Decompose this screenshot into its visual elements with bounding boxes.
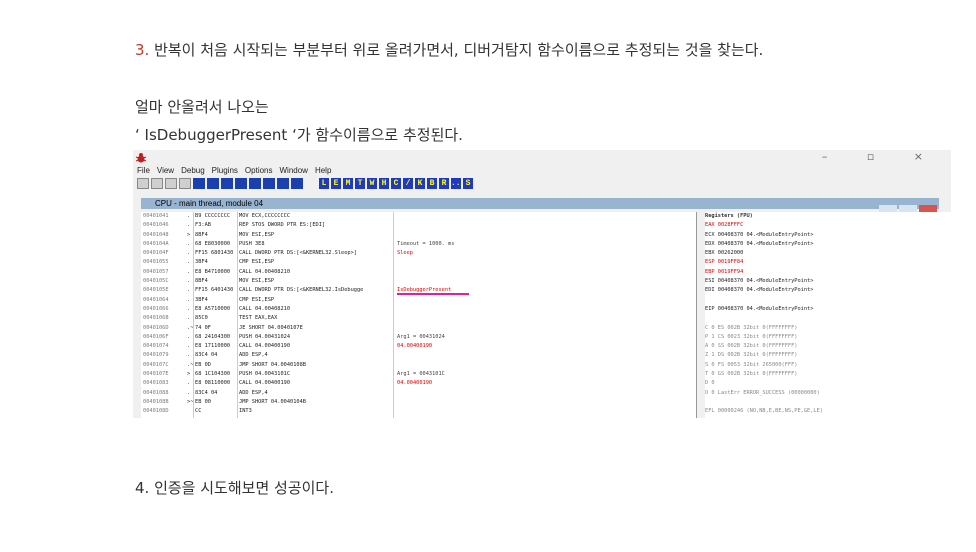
disasm-row[interactable]: 0040104A. 68 E8030000 PUSH 3E8 Timeout = 10… bbox=[141, 240, 696, 249]
registers-title: Registers (FPU) bbox=[705, 213, 753, 219]
disasm-row[interactable]: 00401064. 3BF4 CMP ESI,ESP bbox=[141, 296, 696, 305]
toolbar-letter-button[interactable]: H bbox=[379, 178, 389, 189]
step3-line2: 얼마 안올려서 나오는 bbox=[135, 98, 269, 116]
register-row: D 0 bbox=[705, 380, 715, 387]
disasm-row[interactable]: 0040104F. FF15 6801430 CALL DWORD PTR DS:[… bbox=[141, 249, 696, 258]
step3-paragraph: 3. 반복이 처음 시작되는 부분부터 위로 올려가면서, 디버거탐지 함수이름… bbox=[135, 36, 855, 64]
disasm-row[interactable]: 0040106B. 85C0 TEST EAX,EAX bbox=[141, 314, 696, 323]
disasm-row[interactable]: 0040106F. 68 24104300 PUSH 04.00431024 Arg1… bbox=[141, 333, 696, 342]
disasm-row[interactable]: 0040108D CC INT3 bbox=[141, 407, 696, 416]
register-row: T 0 GS 002B 32bit 0(FFFFFFFF) bbox=[705, 371, 798, 378]
register-row: Z 1 DS 002B 32bit 0(FFFFFFFF) bbox=[705, 352, 798, 359]
toolbar-button[interactable] bbox=[193, 178, 205, 189]
register-row bbox=[705, 314, 951, 323]
menu-item[interactable]: Window bbox=[280, 166, 308, 175]
step3-text: 반복이 처음 시작되는 부분부터 위로 올려가면서, 디버거탐지 함수이름으로 … bbox=[149, 41, 764, 59]
toolbar-letter-button[interactable]: W bbox=[367, 178, 377, 189]
disasm-row[interactable]: 00401041. B9 CCCCCCCC MOV ECX,CCCCCCCC bbox=[141, 212, 696, 221]
register-row: EDX 00408370 04.<ModuleEntryPoint> bbox=[705, 240, 814, 247]
register-row: ESP 0019FF84 bbox=[705, 259, 744, 266]
register-row: O 0 LastErr ERROR_SUCCESS (00000000) bbox=[705, 389, 820, 396]
register-row: A 0 SS 002B 32bit 0(FFFFFFFF) bbox=[705, 343, 798, 350]
toolbar-button[interactable] bbox=[235, 178, 247, 189]
toolbar-letter-button[interactable]: R bbox=[439, 178, 449, 189]
toolbar-button[interactable] bbox=[151, 178, 163, 189]
toolbar-letter-button[interactable]: M bbox=[343, 178, 353, 189]
disasm-row[interactable]: 0040107C .~ EB 0D JMP SHORT 04.0040108B bbox=[141, 361, 696, 370]
menu-item[interactable]: Options bbox=[245, 166, 273, 175]
disasm-row[interactable]: 00401079. 83C4 04 ADD ESP,4 bbox=[141, 351, 696, 360]
disasm-row[interactable]: 00401057. E8 B4710000 CALL 04.00408210 bbox=[141, 268, 696, 277]
register-row: S 0 FS 0053 32bit 265000(FFF) bbox=[705, 361, 798, 368]
register-row: EBX 00262000 bbox=[705, 250, 744, 257]
register-row: P 1 CS 0023 32bit 0(FFFFFFFF) bbox=[705, 333, 798, 340]
step4-paragraph: 4. 인증을 시도해보면 성공이다. bbox=[135, 479, 334, 497]
toolbar-letter-button[interactable]: K bbox=[415, 178, 425, 189]
register-row: EIP 00408370 04.<ModuleEntryPoint> bbox=[705, 305, 814, 312]
menu-item[interactable]: File bbox=[137, 166, 150, 175]
register-row bbox=[705, 398, 951, 407]
disasm-row[interactable]: 00401048 >8BF4 MOV ESI,ESP bbox=[141, 231, 696, 240]
window-controls: – ▫ × bbox=[821, 150, 941, 163]
toolbar-letter-button[interactable]: B bbox=[427, 178, 437, 189]
register-row: ECX 00408370 04.<ModuleEntryPoint> bbox=[705, 231, 814, 238]
toolbar-letter-button[interactable]: / bbox=[403, 178, 413, 189]
toolbar-button[interactable] bbox=[277, 178, 289, 189]
toolbar-letter-button[interactable]: S bbox=[463, 178, 473, 189]
register-row: EDI 00408370 04.<ModuleEntryPoint> bbox=[705, 287, 814, 294]
register-row: EBP 0019FF94 bbox=[705, 268, 744, 275]
register-row: EFL 00000246 (NO,NB,E,BE,NS,PE,GE,LE) bbox=[705, 408, 823, 415]
toolbar-letter-button[interactable]: E bbox=[331, 178, 341, 189]
disasm-row[interactable]: 00401055. 3BF4 CMP ESI,ESP bbox=[141, 258, 696, 267]
disasm-row[interactable]: 0040107E >68 1C104300 PUSH 04.0043101C Arg1… bbox=[141, 370, 696, 379]
toolbar-button[interactable] bbox=[221, 178, 233, 189]
menu-bar: File View Debug Plugins Options Window Help bbox=[137, 166, 338, 175]
cpu-window-title: CPU - main thread, module 04 bbox=[141, 198, 939, 209]
toolbar-letter-button[interactable]: T bbox=[355, 178, 365, 189]
toolbar-button[interactable] bbox=[137, 178, 149, 189]
toolbar: L E M T W H C / K B R ...S bbox=[137, 178, 947, 192]
toolbar-letter-button[interactable]: ... bbox=[451, 178, 465, 189]
toolbar-button[interactable] bbox=[179, 178, 191, 189]
debugger-screenshot: – ▫ × File View Debug Plugins Options Window H… bbox=[133, 150, 951, 418]
menu-item[interactable]: Help bbox=[315, 166, 331, 175]
registers-pane: Registers (FPU) EAX 0028FFFC ECX 00408370… bbox=[705, 212, 951, 418]
disasm-row[interactable]: 0040108B >~ EB 00 JMP SHORT 04.0040104B bbox=[141, 398, 696, 407]
isdebuggerpresent-highlight bbox=[397, 293, 469, 295]
disassembly-pane: 00401041. B9 CCCCCCCC MOV ECX,CCCCCCCC 0040… bbox=[141, 212, 697, 418]
register-row: C 0 ES 002B 32bit 0(FFFFFFFF) bbox=[705, 324, 798, 331]
disasm-row[interactable]: 00401083. E8 08110000 CALL 04.00400190 04.0… bbox=[141, 379, 696, 388]
toolbar-button[interactable] bbox=[165, 178, 177, 189]
menu-item[interactable]: View bbox=[157, 166, 174, 175]
disasm-row[interactable]: 00401074. E8 17110000 CALL 04.00400190 04.0… bbox=[141, 342, 696, 351]
register-row bbox=[705, 296, 951, 305]
register-row: EAX 0028FFFC bbox=[705, 222, 744, 229]
toolbar-button[interactable] bbox=[249, 178, 261, 189]
register-row bbox=[705, 417, 951, 418]
register-row: ESI 00408370 04.<ModuleEntryPoint> bbox=[705, 278, 814, 285]
toolbar-button[interactable] bbox=[207, 178, 219, 189]
menu-item[interactable]: Plugins bbox=[212, 166, 238, 175]
toolbar-button[interactable] bbox=[263, 178, 275, 189]
disasm-row[interactable]: 0040106D .~ 74 0F JE SHORT 04.0040107E bbox=[141, 324, 696, 333]
disasm-row[interactable]: 00401046. F3:AB REP STOS DWORD PTR ES:[EDI… bbox=[141, 221, 696, 230]
disasm-row[interactable]: 0040105C. 8BF4 MOV ESI,ESP bbox=[141, 277, 696, 286]
toolbar-letter-button[interactable]: L bbox=[319, 178, 329, 189]
toolbar-letter-button[interactable]: C bbox=[391, 178, 401, 189]
menu-item[interactable]: Debug bbox=[181, 166, 205, 175]
ollydbg-bug-icon bbox=[135, 153, 147, 163]
disasm-row[interactable]: 00401066. E8 A5710000 CALL 04.00408210 bbox=[141, 305, 696, 314]
step3-number: 3. bbox=[135, 41, 150, 59]
disasm-row[interactable]: 00401088. 83C4 04 ADD ESP,4 bbox=[141, 389, 696, 398]
step3-line3: ‘ IsDebuggerPresent ‘가 함수이름으로 추정된다. bbox=[135, 126, 463, 144]
toolbar-button[interactable] bbox=[291, 178, 303, 189]
